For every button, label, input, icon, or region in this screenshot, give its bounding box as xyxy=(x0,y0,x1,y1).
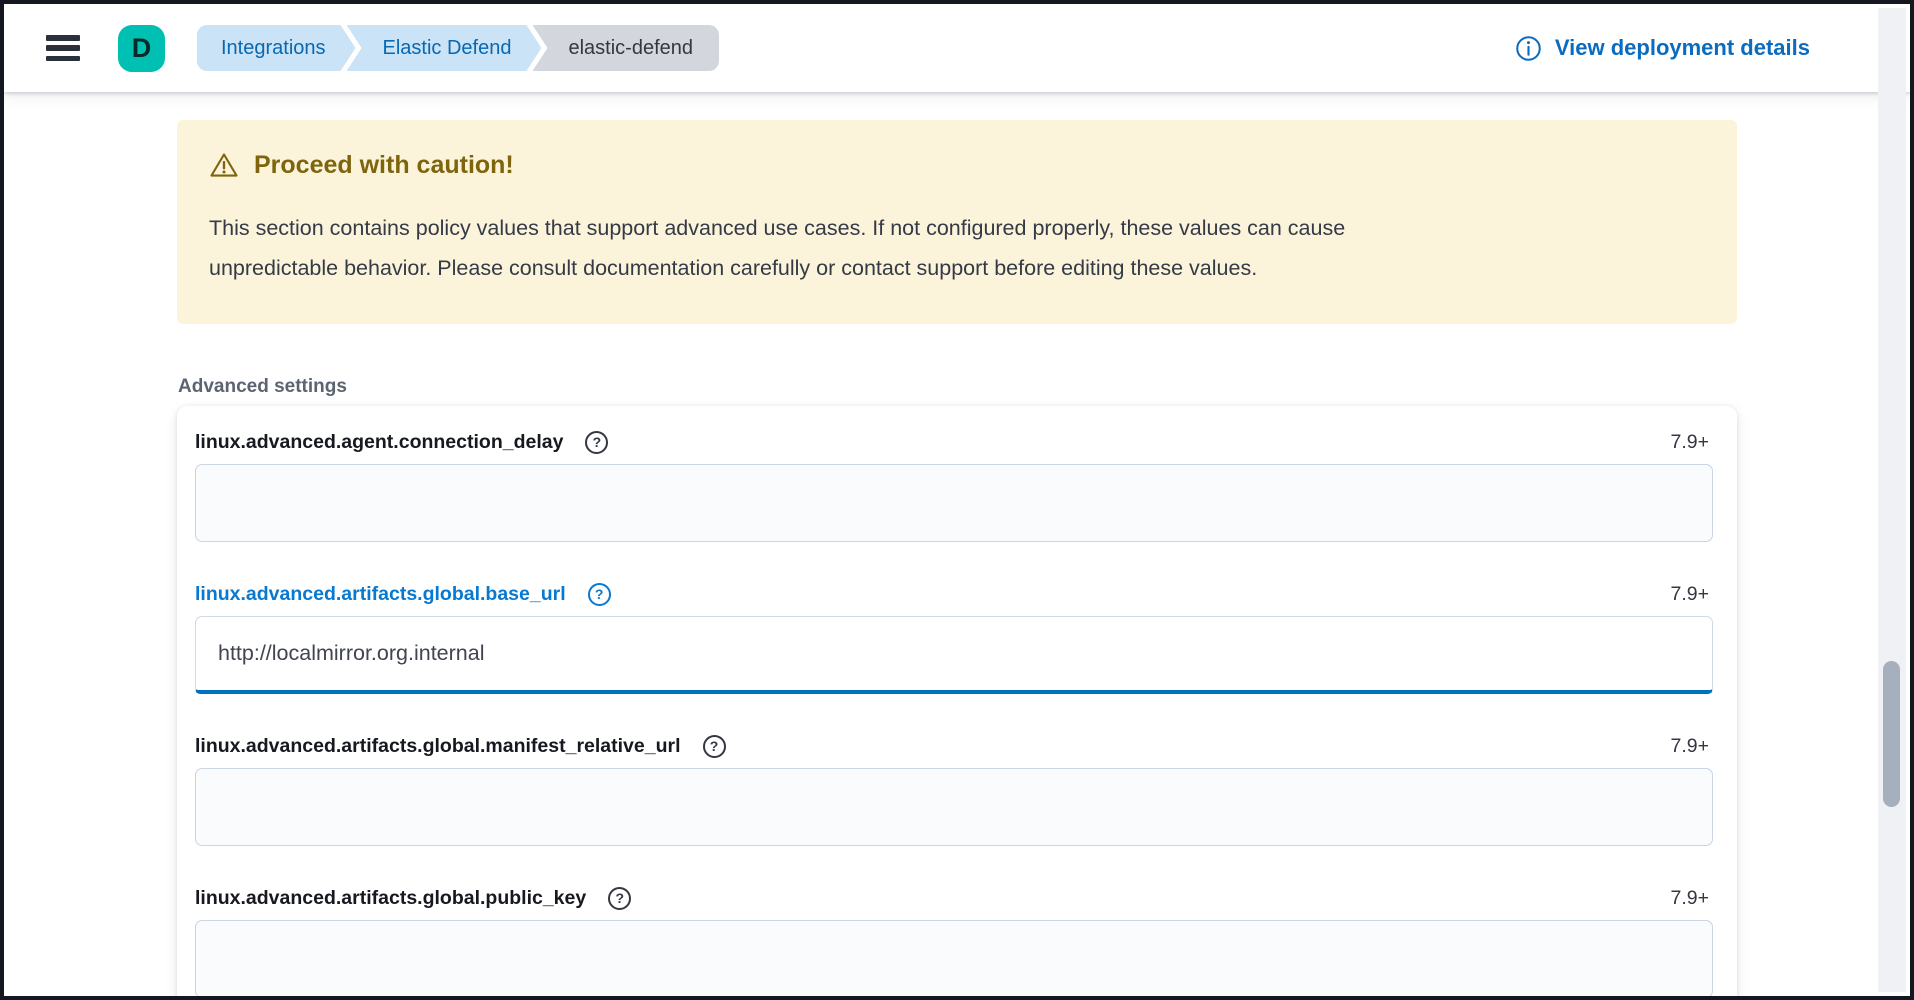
breadcrumb-integrations[interactable]: Integrations xyxy=(197,25,356,71)
setting-name: linux.advanced.artifacts.global.manifest… xyxy=(195,735,681,758)
question-circle-icon[interactable]: ? xyxy=(608,887,631,910)
setting-row-base-url: linux.advanced.artifacts.global.base_url… xyxy=(195,582,1713,694)
question-circle-icon[interactable]: ? xyxy=(588,583,611,606)
setting-input-connection-delay[interactable] xyxy=(195,464,1713,542)
setting-name: linux.advanced.artifacts.global.public_k… xyxy=(195,887,586,910)
setting-name: linux.advanced.artifacts.global.base_url xyxy=(195,583,566,606)
advanced-settings-panel: linux.advanced.agent.connection_delay ? … xyxy=(177,406,1737,1000)
setting-version-badge: 7.9+ xyxy=(1671,431,1710,454)
setting-row-manifest-relative-url: linux.advanced.artifacts.global.manifest… xyxy=(195,734,1713,846)
view-deployment-details-link[interactable]: View deployment details xyxy=(1515,35,1810,62)
warning-callout-title: Proceed with caution! xyxy=(209,150,1705,180)
setting-version-badge: 7.9+ xyxy=(1671,583,1710,606)
setting-input-manifest-relative-url[interactable] xyxy=(195,768,1713,846)
setting-version-badge: 7.9+ xyxy=(1671,887,1710,910)
breadcrumb: Integrations Elastic Defend elastic-defe… xyxy=(197,25,719,71)
setting-row-public-key: linux.advanced.artifacts.global.public_k… xyxy=(195,886,1713,998)
scrollbar-track xyxy=(1878,8,1906,992)
warning-callout: Proceed with caution! This section conta… xyxy=(177,120,1737,324)
warning-callout-title-text: Proceed with caution! xyxy=(254,151,514,180)
setting-input-base-url[interactable] xyxy=(195,616,1713,694)
top-header-bar: D Integrations Elastic Defend elastic-de… xyxy=(4,4,1910,92)
space-avatar[interactable]: D xyxy=(118,25,165,72)
main-content: Proceed with caution! This section conta… xyxy=(4,120,1910,1000)
warning-triangle-icon xyxy=(209,150,239,180)
hamburger-menu-icon[interactable] xyxy=(46,35,80,61)
breadcrumb-elastic-defend[interactable]: Elastic Defend xyxy=(347,25,542,71)
advanced-settings-heading: Advanced settings xyxy=(178,376,1910,398)
warning-callout-body: This section contains policy values that… xyxy=(209,208,1449,288)
question-circle-icon[interactable]: ? xyxy=(703,735,726,758)
breadcrumb-current-policy: elastic-defend xyxy=(532,25,719,71)
setting-version-badge: 7.9+ xyxy=(1671,735,1710,758)
setting-input-public-key[interactable] xyxy=(195,920,1713,998)
question-circle-icon[interactable]: ? xyxy=(585,431,608,454)
setting-row-connection-delay: linux.advanced.agent.connection_delay ? … xyxy=(195,430,1713,542)
info-circle-icon xyxy=(1515,35,1542,62)
setting-name: linux.advanced.agent.connection_delay xyxy=(195,431,563,454)
scrollbar-thumb[interactable] xyxy=(1883,661,1900,807)
view-deployment-details-label: View deployment details xyxy=(1555,35,1810,61)
app-window: D Integrations Elastic Defend elastic-de… xyxy=(0,0,1914,1000)
